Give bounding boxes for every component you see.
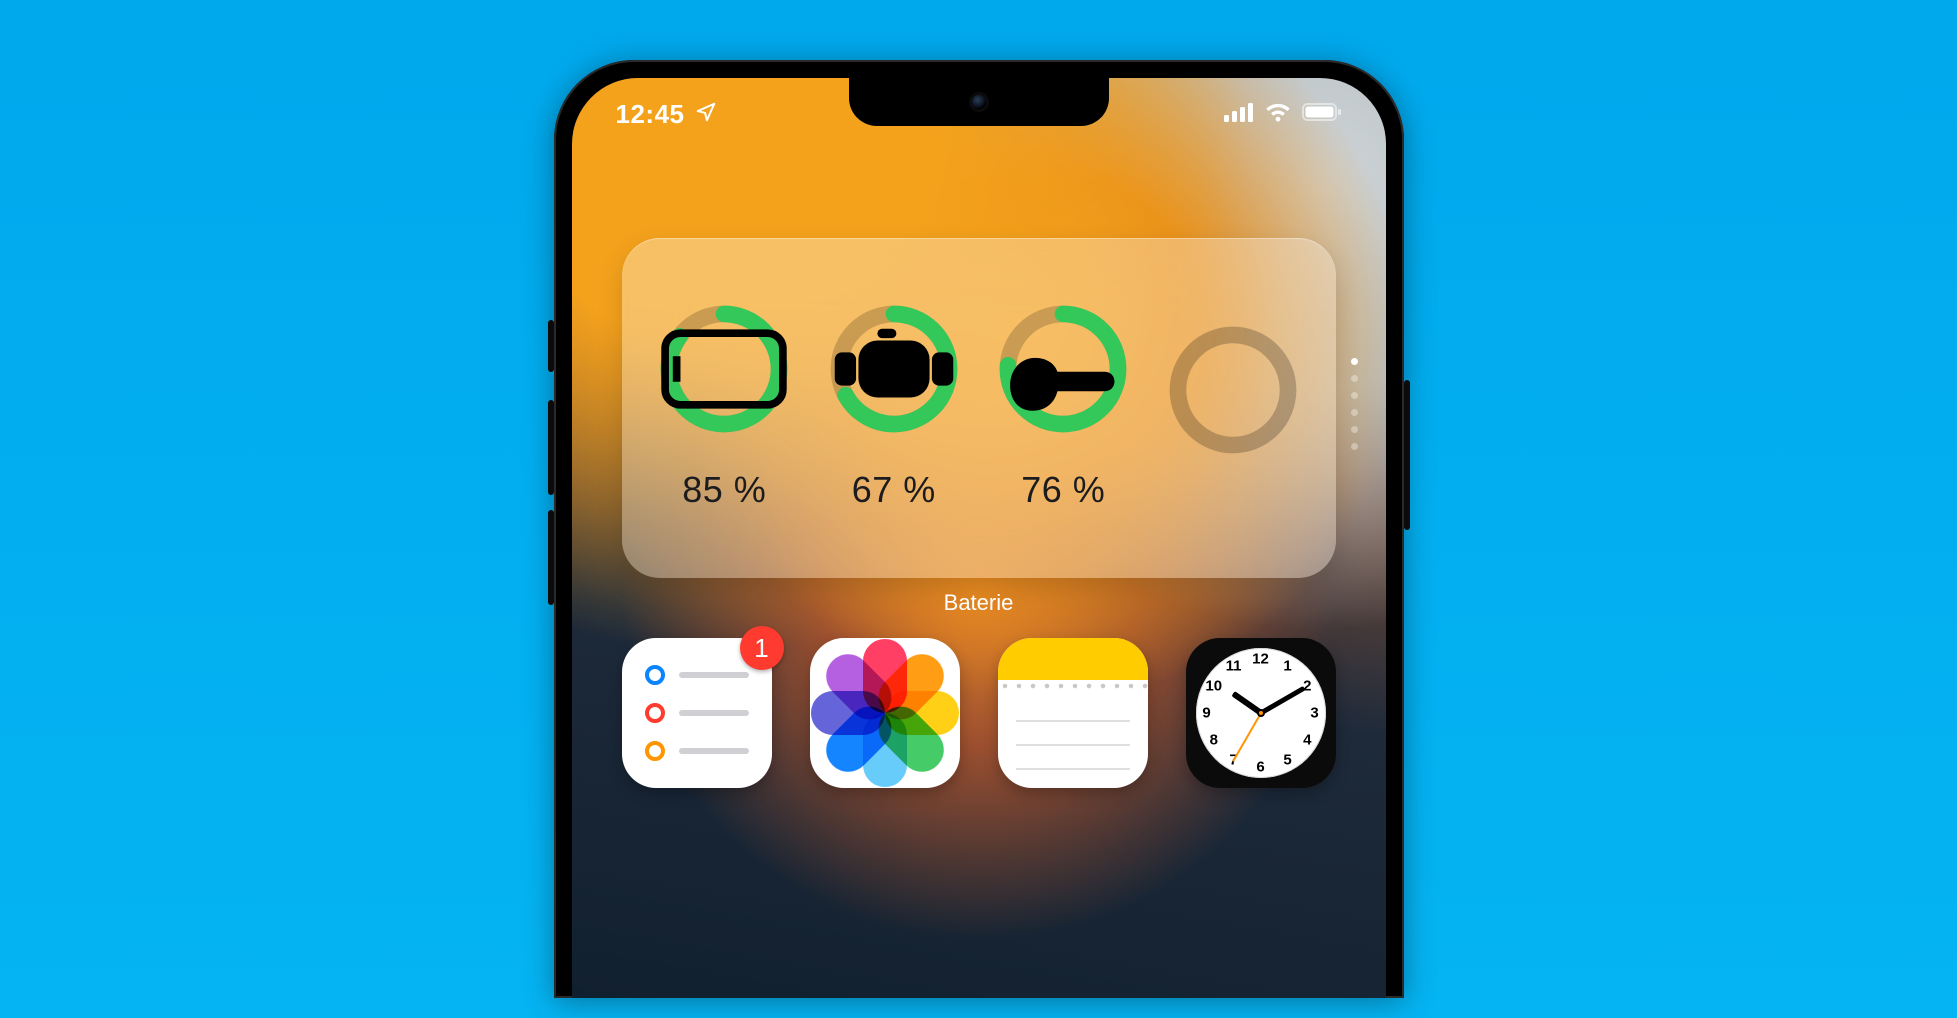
iphone-screen: 12:45	[572, 78, 1386, 998]
home-app-row: 1	[622, 638, 1336, 788]
clock-numeral: 11	[1226, 658, 1242, 675]
volume-up-button	[548, 400, 554, 495]
clock-numeral: 10	[1205, 678, 1222, 695]
clock-numeral: 4	[1303, 732, 1311, 749]
battery-device-airpods: 76 %	[979, 305, 1149, 511]
battery-ring-empty	[1169, 326, 1297, 454]
app-clock[interactable]: 121234567891011	[1186, 638, 1336, 788]
battery-ring-airpods	[999, 305, 1127, 433]
battery-widget[interactable]: 85 %	[622, 238, 1336, 578]
notes-icon	[998, 638, 1148, 788]
clock-hand	[1259, 686, 1305, 715]
pager-dot	[1351, 375, 1358, 382]
widget-label: Baterie	[572, 590, 1386, 616]
power-button	[1404, 380, 1410, 530]
clock-numeral: 6	[1256, 759, 1264, 776]
watch-icon	[830, 305, 958, 433]
reminders-icon	[645, 665, 749, 761]
clock-hand	[1232, 713, 1262, 762]
battery-ring-iphone	[660, 305, 788, 433]
pager-dot	[1351, 409, 1358, 416]
pager-dot	[1351, 392, 1358, 399]
battery-percent-watch: 67 %	[852, 469, 936, 511]
clock-numeral: 9	[1202, 705, 1210, 722]
clock-numeral: 12	[1252, 651, 1269, 668]
photos-icon	[810, 638, 960, 788]
clock-numeral: 2	[1303, 678, 1311, 695]
battery-percent-iphone: 85 %	[682, 469, 766, 511]
app-notes[interactable]	[998, 638, 1148, 788]
battery-device-watch: 67 %	[809, 305, 979, 511]
widget-stack-pager[interactable]	[1351, 358, 1358, 450]
battery-ring-watch	[830, 305, 958, 433]
clock-numeral: 5	[1283, 751, 1291, 768]
battery-icon	[1302, 102, 1342, 127]
pager-dot	[1351, 443, 1358, 450]
clock-numeral: 1	[1283, 658, 1291, 675]
app-reminders-wrap: 1	[622, 638, 772, 788]
clock-numeral: 3	[1310, 705, 1318, 722]
side-button	[548, 320, 554, 372]
wifi-icon	[1264, 102, 1292, 127]
location-arrow-icon	[695, 99, 717, 130]
iphone-icon	[660, 305, 788, 433]
status-time: 12:45	[616, 99, 685, 130]
clock-numeral: 8	[1210, 732, 1218, 749]
pager-dot	[1351, 358, 1358, 365]
airpods-icon	[999, 305, 1127, 433]
app-photos[interactable]	[810, 638, 960, 788]
cellular-signal-icon	[1224, 102, 1254, 127]
pager-dot	[1351, 426, 1358, 433]
notch	[849, 78, 1109, 126]
iphone-frame: 12:45	[554, 60, 1404, 998]
battery-device-empty	[1148, 326, 1318, 490]
battery-percent-airpods: 76 %	[1021, 469, 1105, 511]
volume-down-button	[548, 510, 554, 605]
reminders-badge: 1	[740, 626, 784, 670]
clock-icon: 121234567891011	[1196, 648, 1326, 778]
battery-device-iphone: 85 %	[640, 305, 810, 511]
